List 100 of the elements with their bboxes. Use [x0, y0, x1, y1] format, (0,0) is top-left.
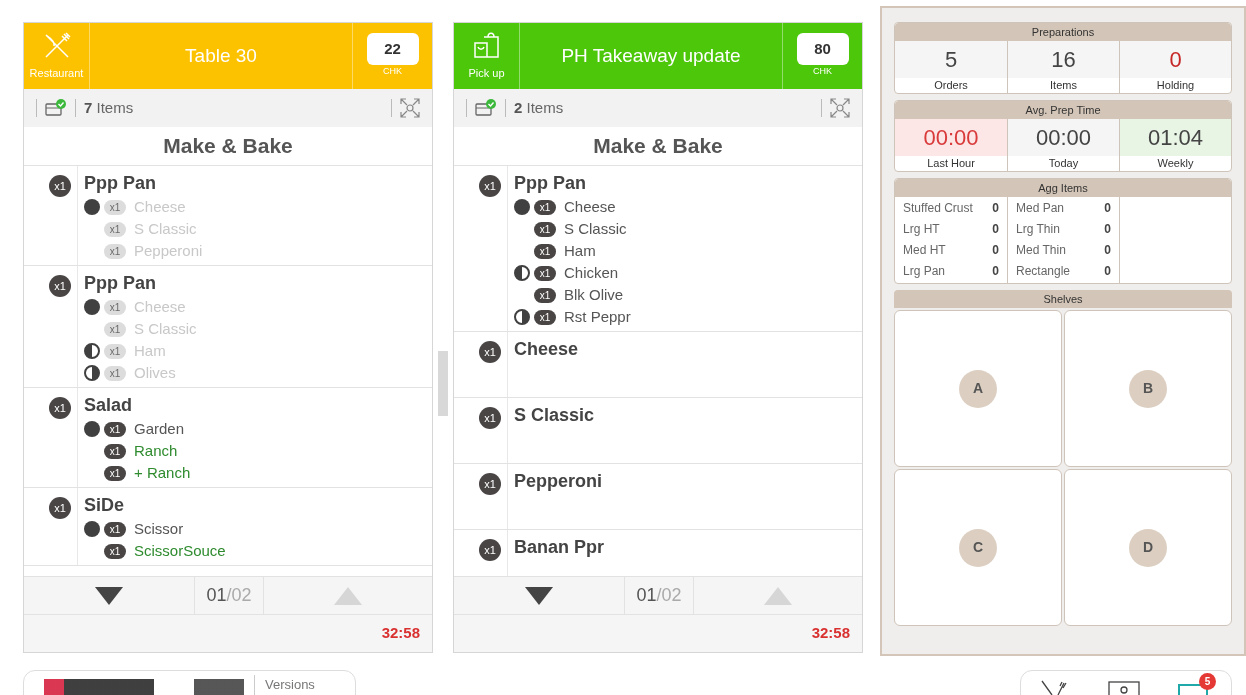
- quantity-badge: x1: [534, 309, 556, 325]
- panel-handle[interactable]: [438, 351, 448, 416]
- item-name: Salad: [84, 394, 134, 417]
- item-name: Ppp Pan: [84, 172, 157, 195]
- stat-label: Last Hour: [926, 156, 976, 171]
- agg-item-count: 0: [1104, 242, 1111, 259]
- quantity-badge: x1: [479, 175, 501, 197]
- quantity-badge: x1: [104, 343, 126, 359]
- order-type-label: Pick up: [468, 65, 505, 81]
- item-name: Ppp Pan: [514, 172, 587, 195]
- stat-label: Today: [1047, 156, 1080, 171]
- section-header: Preparations: [895, 23, 1231, 41]
- agg-item-name: Rectangle: [1016, 263, 1071, 280]
- items-count: 7 Items: [84, 97, 134, 118]
- shelf-label: A: [959, 369, 997, 408]
- card-check-icon[interactable]: [475, 99, 497, 117]
- card-check-icon[interactable]: [45, 99, 67, 117]
- quantity-badge: x1: [49, 275, 71, 297]
- agg-item-count: 0: [992, 242, 999, 259]
- item-name: Cheese: [514, 338, 580, 361]
- quantity-badge: x1: [479, 341, 501, 363]
- order-timer: 32:58: [811, 623, 850, 644]
- modifier-name: Blk Olive: [564, 284, 624, 305]
- expand-icon[interactable]: [400, 98, 420, 118]
- stat-value: 0: [1120, 41, 1231, 78]
- order-type-label: Restaurant: [29, 65, 84, 81]
- section-title: Make & Bake: [454, 127, 862, 166]
- shelf-slot[interactable]: D: [1064, 469, 1232, 626]
- modifier-name: ScissorSouce: [134, 540, 226, 561]
- shelf-slot[interactable]: A: [894, 310, 1062, 467]
- items-count: 2 Items: [514, 97, 564, 118]
- order-title: PH Takeaway update: [560, 43, 742, 68]
- stat-value: 16: [1008, 41, 1119, 78]
- quantity-badge: x1: [104, 543, 126, 559]
- order-title: Table 30: [184, 43, 258, 68]
- quantity-badge: x1: [49, 497, 71, 519]
- quantity-badge: x1: [534, 287, 556, 303]
- quantity-badge: x1: [104, 365, 126, 381]
- notification-badge: 5: [1199, 673, 1216, 690]
- shelf-label: C: [959, 528, 997, 567]
- shopping-bag-icon: [471, 30, 502, 61]
- modifier-name: S Classic: [564, 218, 627, 239]
- section-title: Make & Bake: [24, 127, 432, 166]
- section-header: Shelves: [894, 290, 1232, 308]
- quantity-badge: x1: [104, 421, 126, 437]
- quantity-badge: x1: [104, 521, 126, 537]
- item-name: S Classic: [514, 404, 596, 427]
- agg-item-count: 0: [992, 263, 999, 280]
- item-name: Pepperoni: [514, 470, 603, 493]
- check-label: CHK: [813, 65, 832, 79]
- display-icon[interactable]: [1108, 679, 1140, 695]
- quantity-badge: x1: [534, 243, 556, 259]
- quantity-badge: x1: [104, 243, 126, 259]
- modifier-name: Ranch: [134, 440, 178, 461]
- check-label: CHK: [383, 65, 402, 79]
- expand-icon[interactable]: [830, 98, 850, 118]
- quantity-badge: x1: [534, 199, 556, 215]
- shelf-slot[interactable]: C: [894, 469, 1062, 626]
- agg-item-count: 0: [1104, 200, 1111, 217]
- item-name: Ppp Pan: [84, 272, 157, 295]
- modifier-name: Scissor: [134, 518, 184, 539]
- shelf-label: D: [1129, 528, 1167, 567]
- stat-value: 00:00: [1008, 119, 1119, 156]
- section-header: Agg Items: [895, 179, 1231, 197]
- agg-item-name: Med Thin: [1016, 242, 1066, 259]
- quantity-badge: x1: [479, 539, 501, 561]
- stat-label: Orders: [933, 78, 969, 93]
- quantity-badge: x1: [104, 321, 126, 337]
- stat-value: 5: [895, 41, 1007, 78]
- shelf-label: B: [1129, 369, 1167, 408]
- versions-link[interactable]: Versions: [265, 675, 315, 695]
- check-number: 22: [366, 33, 419, 66]
- order-timer: 32:58: [381, 623, 420, 644]
- modifier-name: Garden: [134, 418, 185, 439]
- agg-item-count: 0: [992, 221, 999, 238]
- quantity-badge: x1: [104, 465, 126, 481]
- agg-item-name: Lrg HT: [903, 221, 940, 238]
- item-name: Banan Ppr: [514, 536, 606, 559]
- section-header: Avg. Prep Time: [895, 101, 1231, 119]
- agg-item-count: 0: [992, 200, 999, 217]
- modifier-name: + Ranch: [134, 462, 191, 483]
- quantity-badge: x1: [104, 299, 126, 315]
- page-down-button[interactable]: [525, 586, 553, 605]
- check-number: 80: [796, 33, 849, 66]
- agg-item-name: Stuffed Crust: [903, 200, 973, 217]
- shelf-slot[interactable]: B: [1064, 310, 1232, 467]
- quantity-badge: x1: [104, 221, 126, 237]
- agg-item-name: Med Pan: [1016, 200, 1065, 217]
- page-down-button[interactable]: [95, 586, 123, 605]
- stat-value: 01:04: [1120, 119, 1231, 156]
- stat-value: 00:00: [895, 119, 1007, 156]
- quantity-badge: x1: [104, 443, 126, 459]
- quantity-badge: x1: [479, 473, 501, 495]
- agg-item-name: Lrg Thin: [1016, 221, 1060, 238]
- stat-label: Holding: [1155, 78, 1196, 93]
- modifier-name: Chicken: [564, 262, 619, 283]
- item-name: SiDe: [84, 494, 126, 517]
- quantity-badge: x1: [104, 199, 126, 215]
- modifier-name: Ham: [564, 240, 596, 261]
- quantity-badge: x1: [479, 407, 501, 429]
